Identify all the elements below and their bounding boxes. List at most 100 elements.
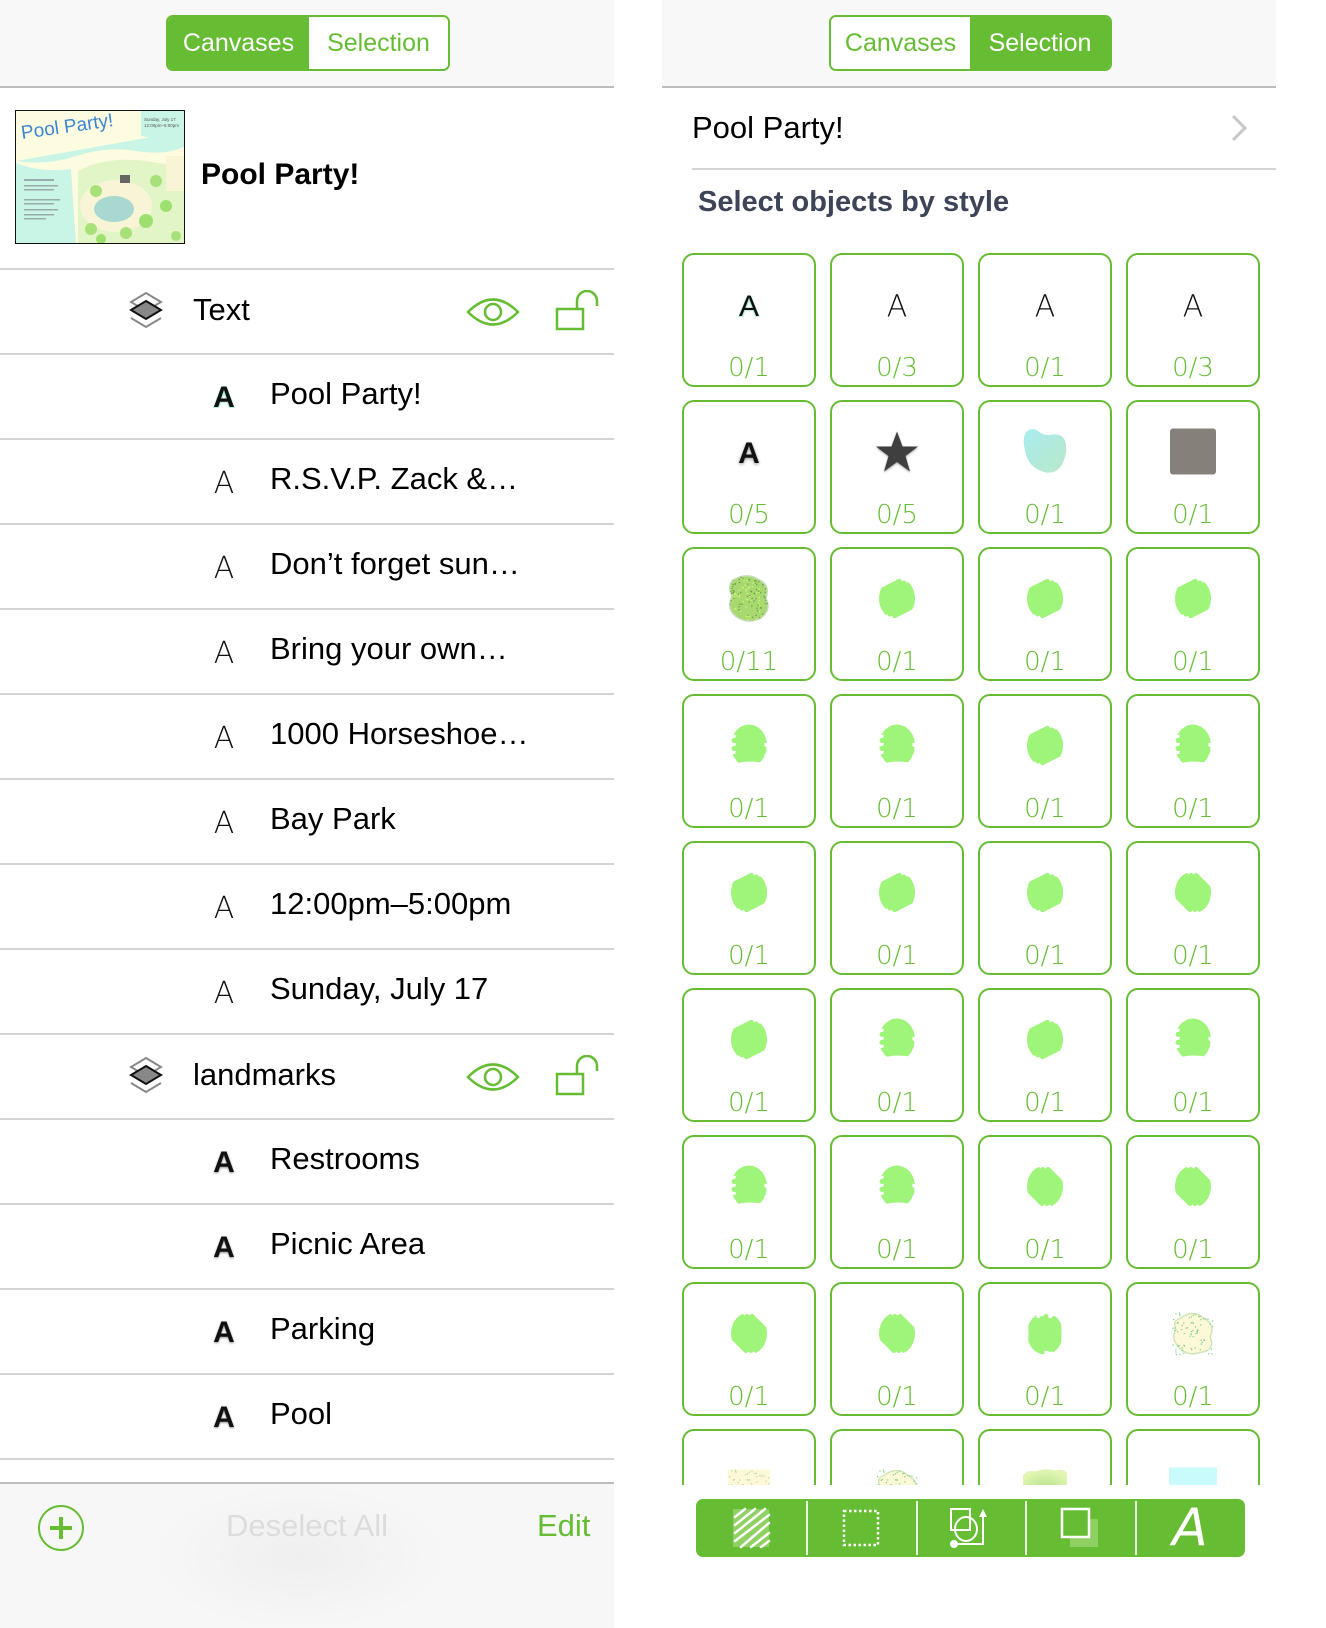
fill-button[interactable]	[696, 1499, 806, 1557]
style-tile[interactable]: 0/1	[1126, 1282, 1260, 1416]
layer-row-text[interactable]: Text	[0, 270, 614, 355]
text-style-preview: A	[738, 290, 760, 323]
style-tile[interactable]: A 0/1	[978, 253, 1112, 387]
plus-circle-icon[interactable]	[38, 1505, 84, 1551]
scribble-shape-preview	[874, 872, 920, 920]
list-item[interactable]: A Bay Park	[0, 780, 614, 865]
visibility-eye-icon[interactable]	[466, 1058, 520, 1096]
style-tile[interactable]: 0/1	[830, 547, 964, 681]
style-tile[interactable]: A 0/1	[682, 253, 816, 387]
style-tile[interactable]: 0/5	[830, 400, 964, 534]
tab-canvases[interactable]: Canvases	[168, 17, 309, 69]
style-count: 0/1	[1172, 500, 1214, 530]
style-tile[interactable]: A 0/3	[1126, 253, 1260, 387]
style-tile[interactable]: 0/1	[682, 694, 816, 828]
style-count: 0/1	[1024, 1088, 1066, 1118]
style-tile[interactable]: 0/1	[830, 988, 964, 1122]
style-tile[interactable]: 0/1	[1126, 841, 1260, 975]
style-count: 0/1	[1024, 794, 1066, 824]
style-tile[interactable]: A 0/3	[830, 253, 964, 387]
style-tile[interactable]: 0/1	[682, 988, 816, 1122]
left-bottom-toolbar: Deselect All Edit	[0, 1482, 614, 1628]
style-tile[interactable]: 0/1	[978, 547, 1112, 681]
item-label: 12:00pm–5:00pm	[270, 886, 512, 921]
text-style-button[interactable]: A	[1135, 1499, 1245, 1557]
panel-segmented-control: Canvases Selection	[829, 15, 1112, 71]
style-tile[interactable]: 0/1	[1126, 547, 1260, 681]
text-style-preview: A	[1182, 289, 1204, 325]
canvas-thumbnail[interactable]: Pool Party! Sunday, July 17 12:00pm–5:00…	[15, 110, 185, 244]
style-count: 0/1	[876, 1235, 918, 1265]
style-count: 0/1	[876, 794, 918, 824]
document-row[interactable]: Pool Party!	[692, 88, 1276, 170]
scribble-shape-preview	[1022, 1019, 1068, 1067]
style-tile[interactable]: 0/1	[1126, 694, 1260, 828]
style-tile[interactable]	[830, 1429, 964, 1485]
style-count: 0/1	[1172, 1235, 1214, 1265]
layer-row-landmarks[interactable]: landmarks	[0, 1035, 614, 1120]
scribble-shape-preview	[1170, 578, 1216, 626]
style-tile[interactable]: 0/1	[830, 841, 964, 975]
text-style-preview: A	[1034, 289, 1056, 325]
visibility-eye-icon[interactable]	[466, 293, 520, 331]
text-style-icon: A	[213, 636, 235, 671]
list-item[interactable]: A 12:00pm–5:00pm	[0, 865, 614, 950]
scribble-shape-preview	[1022, 872, 1068, 920]
style-tile[interactable]: 0/1	[682, 1135, 816, 1269]
style-tile[interactable]: 0/1	[682, 841, 816, 975]
tab-selection[interactable]: Selection	[309, 17, 448, 69]
tab-selection[interactable]: Selection	[970, 17, 1110, 69]
list-item[interactable]: A Restrooms	[0, 1120, 614, 1205]
shadow-button[interactable]	[1025, 1499, 1135, 1557]
style-tile[interactable]: 0/1	[830, 694, 964, 828]
style-tile[interactable]: 0/1	[682, 1282, 816, 1416]
list-item[interactable]: A Don’t forget sun…	[0, 525, 614, 610]
item-label: Restrooms	[270, 1141, 420, 1176]
style-tile[interactable]	[978, 1429, 1112, 1485]
style-tile[interactable]: 0/1	[978, 1282, 1112, 1416]
list-item[interactable]: A Pool Party!	[0, 355, 614, 440]
unlocked-lock-icon[interactable]	[554, 1055, 600, 1097]
scribble-shape-preview	[1022, 725, 1068, 773]
scribble-shape-preview	[1170, 873, 1216, 920]
style-count: 0/1	[876, 1088, 918, 1118]
list-item[interactable]: A Bring your own…	[0, 610, 614, 695]
style-tile[interactable]: 0/1	[978, 694, 1112, 828]
canvas-row[interactable]: Pool Party! Sunday, July 17 12:00pm–5:00…	[0, 88, 614, 270]
style-grid-scroll[interactable]: A 0/1 A 0/3 A 0/1 A 0/3 A 0/5 0/5 0/1 0/1 0/11 0/1 0/1 0…	[682, 253, 1262, 1485]
style-count: 0/1	[1024, 647, 1066, 677]
style-tile[interactable]: 0/1	[830, 1135, 964, 1269]
list-item[interactable]: A R.S.V.P. Zack &…	[0, 440, 614, 525]
text-style-icon: A	[213, 381, 235, 414]
style-tile[interactable]: 0/1	[978, 841, 1112, 975]
list-item[interactable]: A Picnic Area	[0, 1205, 614, 1290]
style-tile[interactable]: 0/1	[978, 988, 1112, 1122]
style-tile[interactable]	[1126, 1429, 1260, 1485]
stroke-button[interactable]	[805, 1499, 916, 1557]
scribble-shape-preview	[874, 1314, 920, 1361]
style-tile[interactable]: 0/1	[1126, 1135, 1260, 1269]
layer-name: landmarks	[193, 1057, 336, 1092]
list-item[interactable]: A Parking	[0, 1290, 614, 1375]
style-tile[interactable]: 0/1	[978, 1135, 1112, 1269]
edit-button[interactable]: Edit	[537, 1508, 590, 1544]
style-tile[interactable]	[682, 1429, 816, 1485]
style-tile[interactable]: A 0/5	[682, 400, 816, 534]
style-tile[interactable]: 0/1	[978, 400, 1112, 534]
style-tile[interactable]: 0/11	[682, 547, 816, 681]
style-tile[interactable]: 0/1	[1126, 400, 1260, 534]
style-count: 0/1	[1172, 941, 1214, 971]
scribble-shape-preview	[1170, 724, 1216, 773]
text-style-icon: A	[213, 891, 235, 926]
text-style-icon: A	[213, 466, 235, 501]
geometry-button[interactable]	[915, 1499, 1026, 1557]
style-tile[interactable]: 0/1	[1126, 988, 1260, 1122]
list-item[interactable]: A Sunday, July 17	[0, 950, 614, 1035]
unlocked-lock-icon[interactable]	[554, 290, 600, 332]
list-item[interactable]: A 1000 Horseshoe…	[0, 695, 614, 780]
list-item[interactable]: A Pool	[0, 1375, 614, 1460]
style-tile[interactable]: 0/1	[830, 1282, 964, 1416]
tab-canvases[interactable]: Canvases	[831, 17, 970, 69]
text-style-icon: A	[213, 976, 235, 1011]
deselect-all-button[interactable]: Deselect All	[226, 1508, 388, 1544]
